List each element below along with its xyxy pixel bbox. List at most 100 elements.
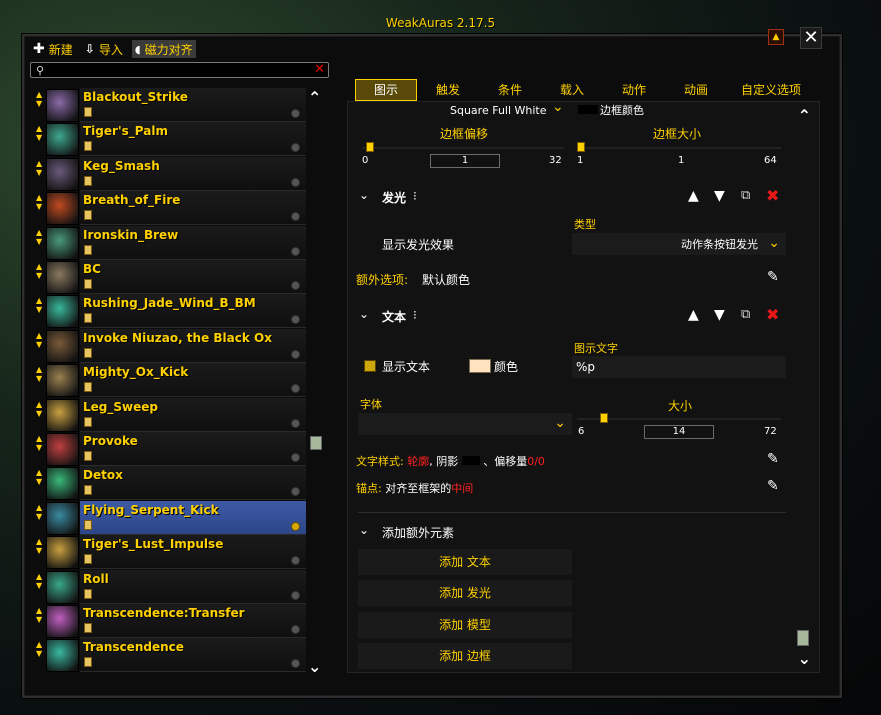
- snap-button[interactable]: ◖ 磁力对齐: [131, 40, 196, 58]
- aura-row-body[interactable]: Roll: [80, 569, 306, 604]
- aura-list-item[interactable]: ▲ ▼ Tiger's_Palm: [34, 122, 306, 157]
- panel-scroll-up-icon[interactable]: ⌃: [798, 106, 811, 125]
- reorder-arrows-icon[interactable]: ▲ ▼: [36, 572, 46, 590]
- aura-list-item[interactable]: ▲ ▼ Leg_Sweep: [34, 397, 306, 432]
- reorder-arrows-icon[interactable]: ▲ ▼: [36, 296, 46, 314]
- minimize-button[interactable]: ▲: [768, 29, 784, 45]
- border-size-value[interactable]: 1: [678, 155, 684, 166]
- close-button[interactable]: ✕: [800, 27, 822, 49]
- border-offset-input[interactable]: 1: [430, 154, 500, 168]
- size-slider-thumb[interactable]: [600, 413, 608, 423]
- reorder-arrows-icon[interactable]: ▲ ▼: [36, 400, 46, 418]
- search-input[interactable]: ⚲ ✕: [30, 62, 329, 78]
- aura-row-body[interactable]: Keg_Smash: [80, 156, 306, 191]
- aura-row-body[interactable]: Invoke Niuzao, the Black Ox: [80, 328, 306, 363]
- aura-row-body[interactable]: Breath_of_Fire: [80, 191, 306, 226]
- tab-4[interactable]: 动作: [603, 79, 665, 101]
- load-status-icon[interactable]: [291, 246, 300, 256]
- aura-row-body[interactable]: BC: [80, 260, 306, 294]
- aura-list-item[interactable]: ▲ ▼ Transcendence:Transfer: [34, 604, 306, 638]
- chevron-down-icon[interactable]: ⌄: [552, 102, 564, 115]
- aura-list-item[interactable]: ▲ ▼ Rushing_Jade_Wind_B_BM: [34, 294, 306, 329]
- reorder-arrows-icon[interactable]: ▲ ▼: [36, 537, 46, 555]
- reorder-arrows-icon[interactable]: ▲ ▼: [36, 124, 46, 142]
- tab-5[interactable]: 动画: [665, 79, 727, 101]
- reorder-arrows-icon[interactable]: ▲ ▼: [36, 228, 46, 246]
- add-extra-section-title[interactable]: 添加额外元素: [382, 524, 454, 541]
- load-status-icon[interactable]: [291, 281, 300, 290]
- load-status-icon[interactable]: [291, 212, 300, 222]
- add-extra-collapse-chevron-down-icon[interactable]: ⌄: [359, 523, 369, 537]
- aura-list-item[interactable]: ▲ ▼ Mighty_Ox_Kick: [34, 363, 306, 398]
- reorder-arrows-icon[interactable]: ▲ ▼: [36, 159, 46, 177]
- aura-list-item[interactable]: ▲ ▼ BC: [34, 260, 306, 294]
- glow-section-title[interactable]: 发光: [382, 189, 406, 206]
- tab-2[interactable]: 条件: [479, 79, 541, 101]
- reorder-arrows-icon[interactable]: ▲ ▼: [36, 468, 46, 486]
- aura-row-body[interactable]: Transcendence:Transfer: [80, 604, 306, 638]
- aura-row-body[interactable]: Mighty_Ox_Kick: [80, 363, 306, 398]
- aura-row-body[interactable]: Transcendence: [80, 638, 306, 673]
- aura-list-item[interactable]: ▲ ▼ Ironskin_Brew: [34, 225, 306, 260]
- aura-row-body[interactable]: Blackout_Strike: [80, 88, 306, 122]
- scroll-up-icon[interactable]: ⌃: [308, 88, 321, 107]
- glow-section-menu[interactable]: ⁝: [413, 189, 417, 203]
- show-glow-label[interactable]: 显示发光效果: [382, 236, 454, 253]
- aura-list-item[interactable]: ▲ ▼ Roll: [34, 569, 306, 604]
- text-section-title[interactable]: 文本: [382, 308, 406, 325]
- aura-list-item[interactable]: ▲ ▼ Detox: [34, 466, 306, 501]
- load-status-icon[interactable]: [291, 625, 300, 634]
- font-dropdown[interactable]: ⌄: [358, 413, 572, 435]
- show-text-checkbox[interactable]: [364, 360, 376, 372]
- aura-row-body[interactable]: Tiger's_Palm: [80, 122, 306, 157]
- glow-collapse-chevron-down-icon[interactable]: ⌄: [359, 188, 369, 202]
- aura-list-item[interactable]: ▲ ▼ Breath_of_Fire: [34, 191, 306, 226]
- load-status-icon[interactable]: [291, 590, 300, 600]
- load-status-icon[interactable]: [291, 384, 300, 394]
- text-style-edit-pencil-icon[interactable]: ✎: [767, 451, 779, 467]
- aura-list-item[interactable]: ▲ ▼ Keg_Smash: [34, 156, 306, 191]
- border-offset-thumb[interactable]: [366, 142, 374, 152]
- add-text-button[interactable]: 添加 文本: [358, 549, 572, 575]
- aura-row-body[interactable]: Tiger's_Lust_Impulse: [80, 535, 306, 570]
- load-status-icon[interactable]: [291, 659, 300, 669]
- aura-list-item[interactable]: ▲ ▼ Flying_Serpent_Kick: [34, 500, 306, 535]
- new-button[interactable]: ✚ 新建: [30, 40, 76, 58]
- aura-list-item[interactable]: ▲ ▼ Transcendence: [34, 638, 306, 673]
- glow-type-dropdown[interactable]: 动作条按钮发光 ⌄: [572, 233, 786, 255]
- reorder-arrows-icon[interactable]: ▲ ▼: [36, 503, 46, 521]
- border-color-swatch[interactable]: [578, 105, 598, 114]
- tab-6[interactable]: 自定义选项: [727, 79, 815, 101]
- text-collapse-chevron-down-icon[interactable]: ⌄: [359, 307, 369, 321]
- panel-scroll-thumb[interactable]: [797, 630, 809, 646]
- aura-list-scrollbar[interactable]: ⌃ ⌄: [306, 88, 328, 676]
- load-status-icon[interactable]: [291, 487, 300, 497]
- reorder-arrows-icon[interactable]: ▲ ▼: [36, 606, 46, 624]
- load-status-icon[interactable]: [291, 143, 300, 153]
- text-delete-icon[interactable]: ✖: [766, 305, 779, 324]
- text-color-swatch[interactable]: [469, 359, 491, 373]
- glow-move-down-icon[interactable]: ▼: [714, 188, 725, 204]
- reorder-arrows-icon[interactable]: ▲ ▼: [36, 434, 46, 452]
- text-duplicate-copy-icon[interactable]: ⧉: [741, 307, 750, 322]
- panel-scroll-down-icon[interactable]: ⌄: [798, 649, 811, 668]
- glow-extra-edit-pencil-icon[interactable]: ✎: [767, 269, 779, 285]
- add-glow-button[interactable]: 添加 发光: [358, 580, 572, 606]
- border-offset-track[interactable]: [362, 147, 564, 149]
- aura-list-item[interactable]: ▲ ▼ Invoke Niuzao, the Black Ox: [34, 328, 306, 363]
- aura-list-item[interactable]: ▲ ▼ Tiger's_Lust_Impulse: [34, 535, 306, 570]
- aura-row-body[interactable]: Flying_Serpent_Kick: [80, 500, 306, 535]
- aura-row-body[interactable]: Ironskin_Brew: [80, 225, 306, 260]
- reorder-arrows-icon[interactable]: ▲ ▼: [36, 365, 46, 383]
- reorder-arrows-icon[interactable]: ▲ ▼: [36, 90, 46, 108]
- scroll-down-icon[interactable]: ⌄: [308, 657, 321, 676]
- scroll-thumb[interactable]: [310, 436, 322, 450]
- glow-delete-icon[interactable]: ✖: [766, 186, 779, 205]
- aura-row-body[interactable]: Leg_Sweep: [80, 397, 306, 432]
- aura-row-body[interactable]: Provoke: [80, 432, 306, 466]
- load-status-icon[interactable]: [291, 521, 300, 531]
- clear-search-icon[interactable]: ✕: [314, 62, 325, 77]
- aura-row-body[interactable]: Rushing_Jade_Wind_B_BM: [80, 294, 306, 329]
- aura-row-body[interactable]: Detox: [80, 466, 306, 501]
- reorder-arrows-icon[interactable]: ▲ ▼: [36, 262, 46, 280]
